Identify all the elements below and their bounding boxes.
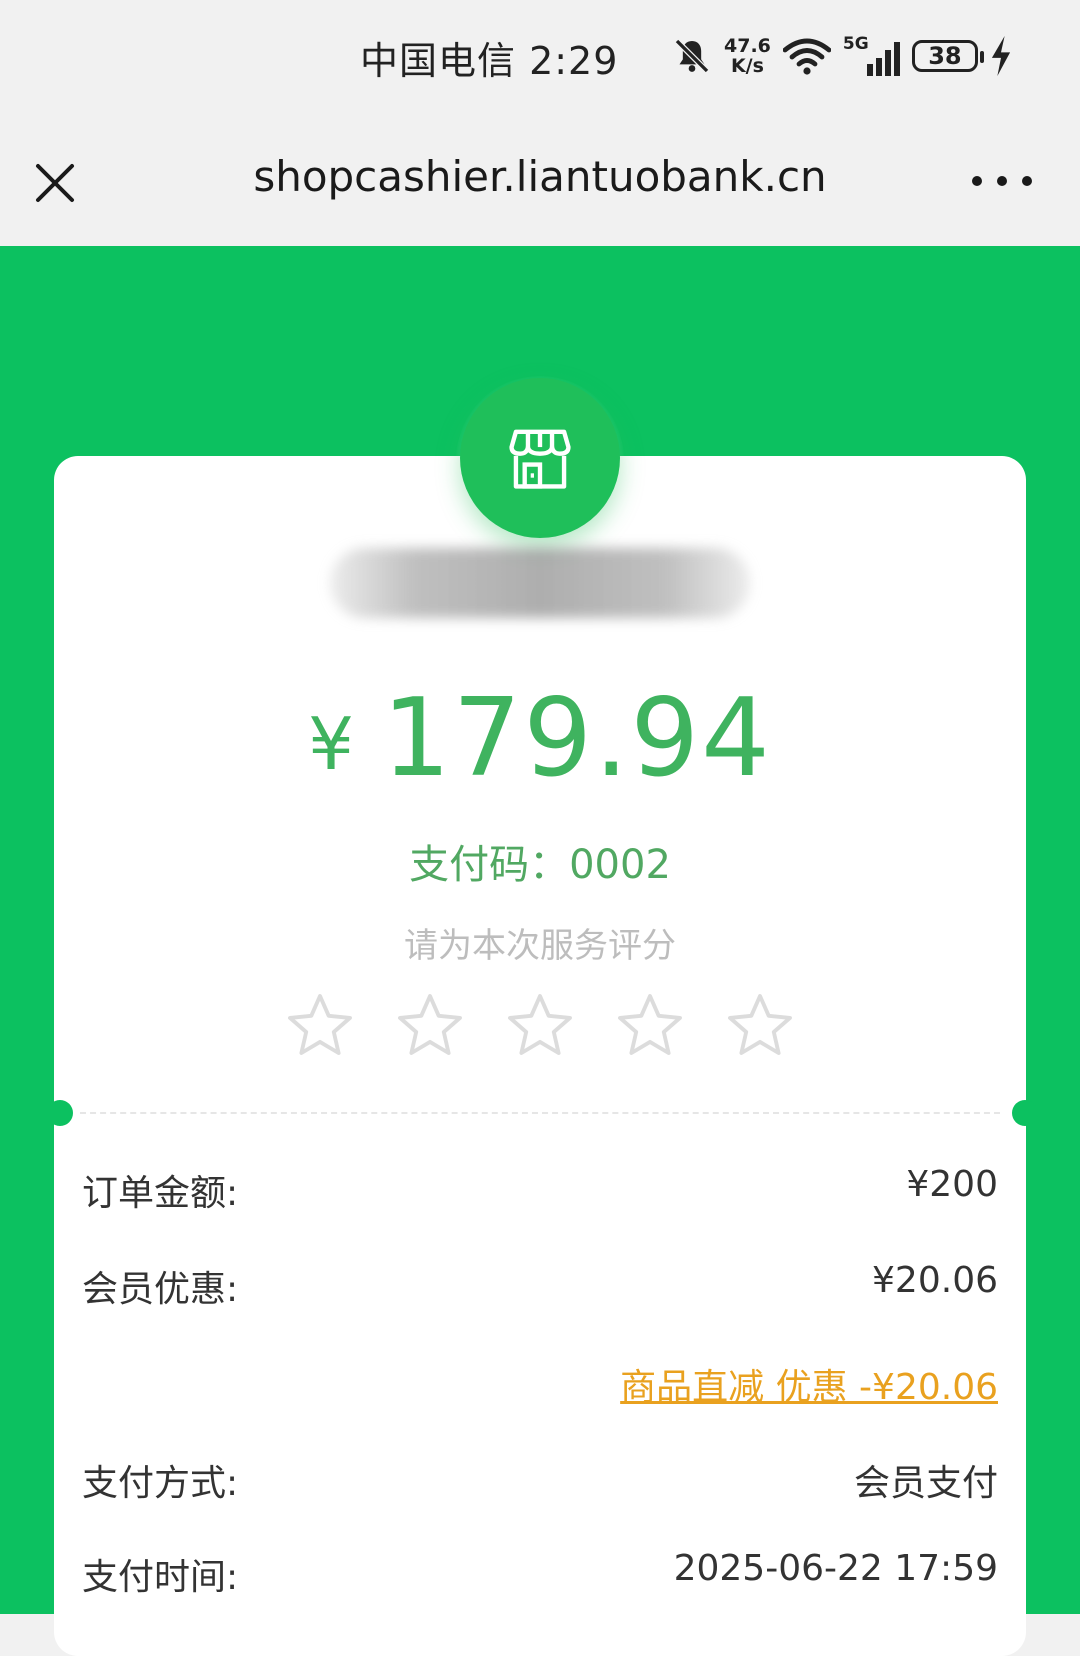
rating-stars [284,990,796,1062]
rating-prompt: 请为本次服务评分 [404,926,676,966]
status-bar: 中国电信 2:29 47.6 K/s 5G 38 [0,0,1080,112]
more-button[interactable] [972,166,1032,196]
close-icon [36,164,74,202]
currency-symbol: ¥ [308,702,354,786]
pay-method-value: 会员支付 [853,1463,998,1504]
order-amount-row: 订单金额: ¥200 [82,1164,998,1214]
close-button[interactable] [28,156,82,210]
left-notch [47,1100,73,1126]
star-icon[interactable] [394,990,466,1062]
pay-method-row: 支付方式: 会员支付 [82,1454,998,1504]
network-type: 5G [842,34,869,54]
pay-time-row: 支付时间: 2025-06-22 17:59 [82,1548,998,1598]
merchant-name-blurred [330,548,750,618]
pay-method-label: 支付方式: [82,1463,239,1504]
carrier-time: 中国电信 2:29 [360,39,619,83]
more-icon-dot [997,176,1007,186]
dashed-divider [80,1112,1000,1114]
star-icon[interactable] [724,990,796,1062]
mute-bell-icon [674,38,710,74]
net-speed-value: 47.6 [724,35,771,57]
signal-icon: 5G [842,34,900,76]
pay-time-value: 2025-06-22 17:59 [673,1548,998,1589]
more-icon-dot [972,176,982,186]
order-amount-label: 订单金额: [82,1173,239,1214]
page-url: shopcashier.liantuobank.cn [253,152,827,201]
right-notch [1012,1100,1038,1126]
star-icon[interactable] [504,990,576,1062]
payment-amount: ¥179.94 [0,676,1080,801]
more-icon-dot [1022,176,1032,186]
star-icon[interactable] [284,990,356,1062]
net-speed: 47.6 K/s [724,36,771,76]
pay-code: 支付码：0002 [409,842,671,888]
member-discount-label: 会员优惠: [82,1269,239,1310]
member-discount-value: ¥20.06 [872,1260,998,1301]
store-badge [460,378,620,538]
store-icon [509,429,571,489]
net-speed-unit: K/s [730,55,764,77]
discount-detail-link[interactable]: 商品直减 优惠 -¥20.06 [620,1358,998,1410]
status-icons: 47.6 K/s 5G 38 [672,28,1012,84]
member-discount-row: 会员优惠: ¥20.06 [82,1260,998,1310]
wifi-icon [782,38,831,75]
browser-nav-bar: shopcashier.liantuobank.cn [0,112,1080,246]
pay-time-label: 支付时间: [82,1557,239,1598]
charging-icon [991,36,1010,76]
star-icon[interactable] [614,990,686,1062]
amount-value: 179.94 [381,676,772,801]
battery-icon: 38 [911,40,984,72]
order-amount-value: ¥200 [906,1164,998,1205]
